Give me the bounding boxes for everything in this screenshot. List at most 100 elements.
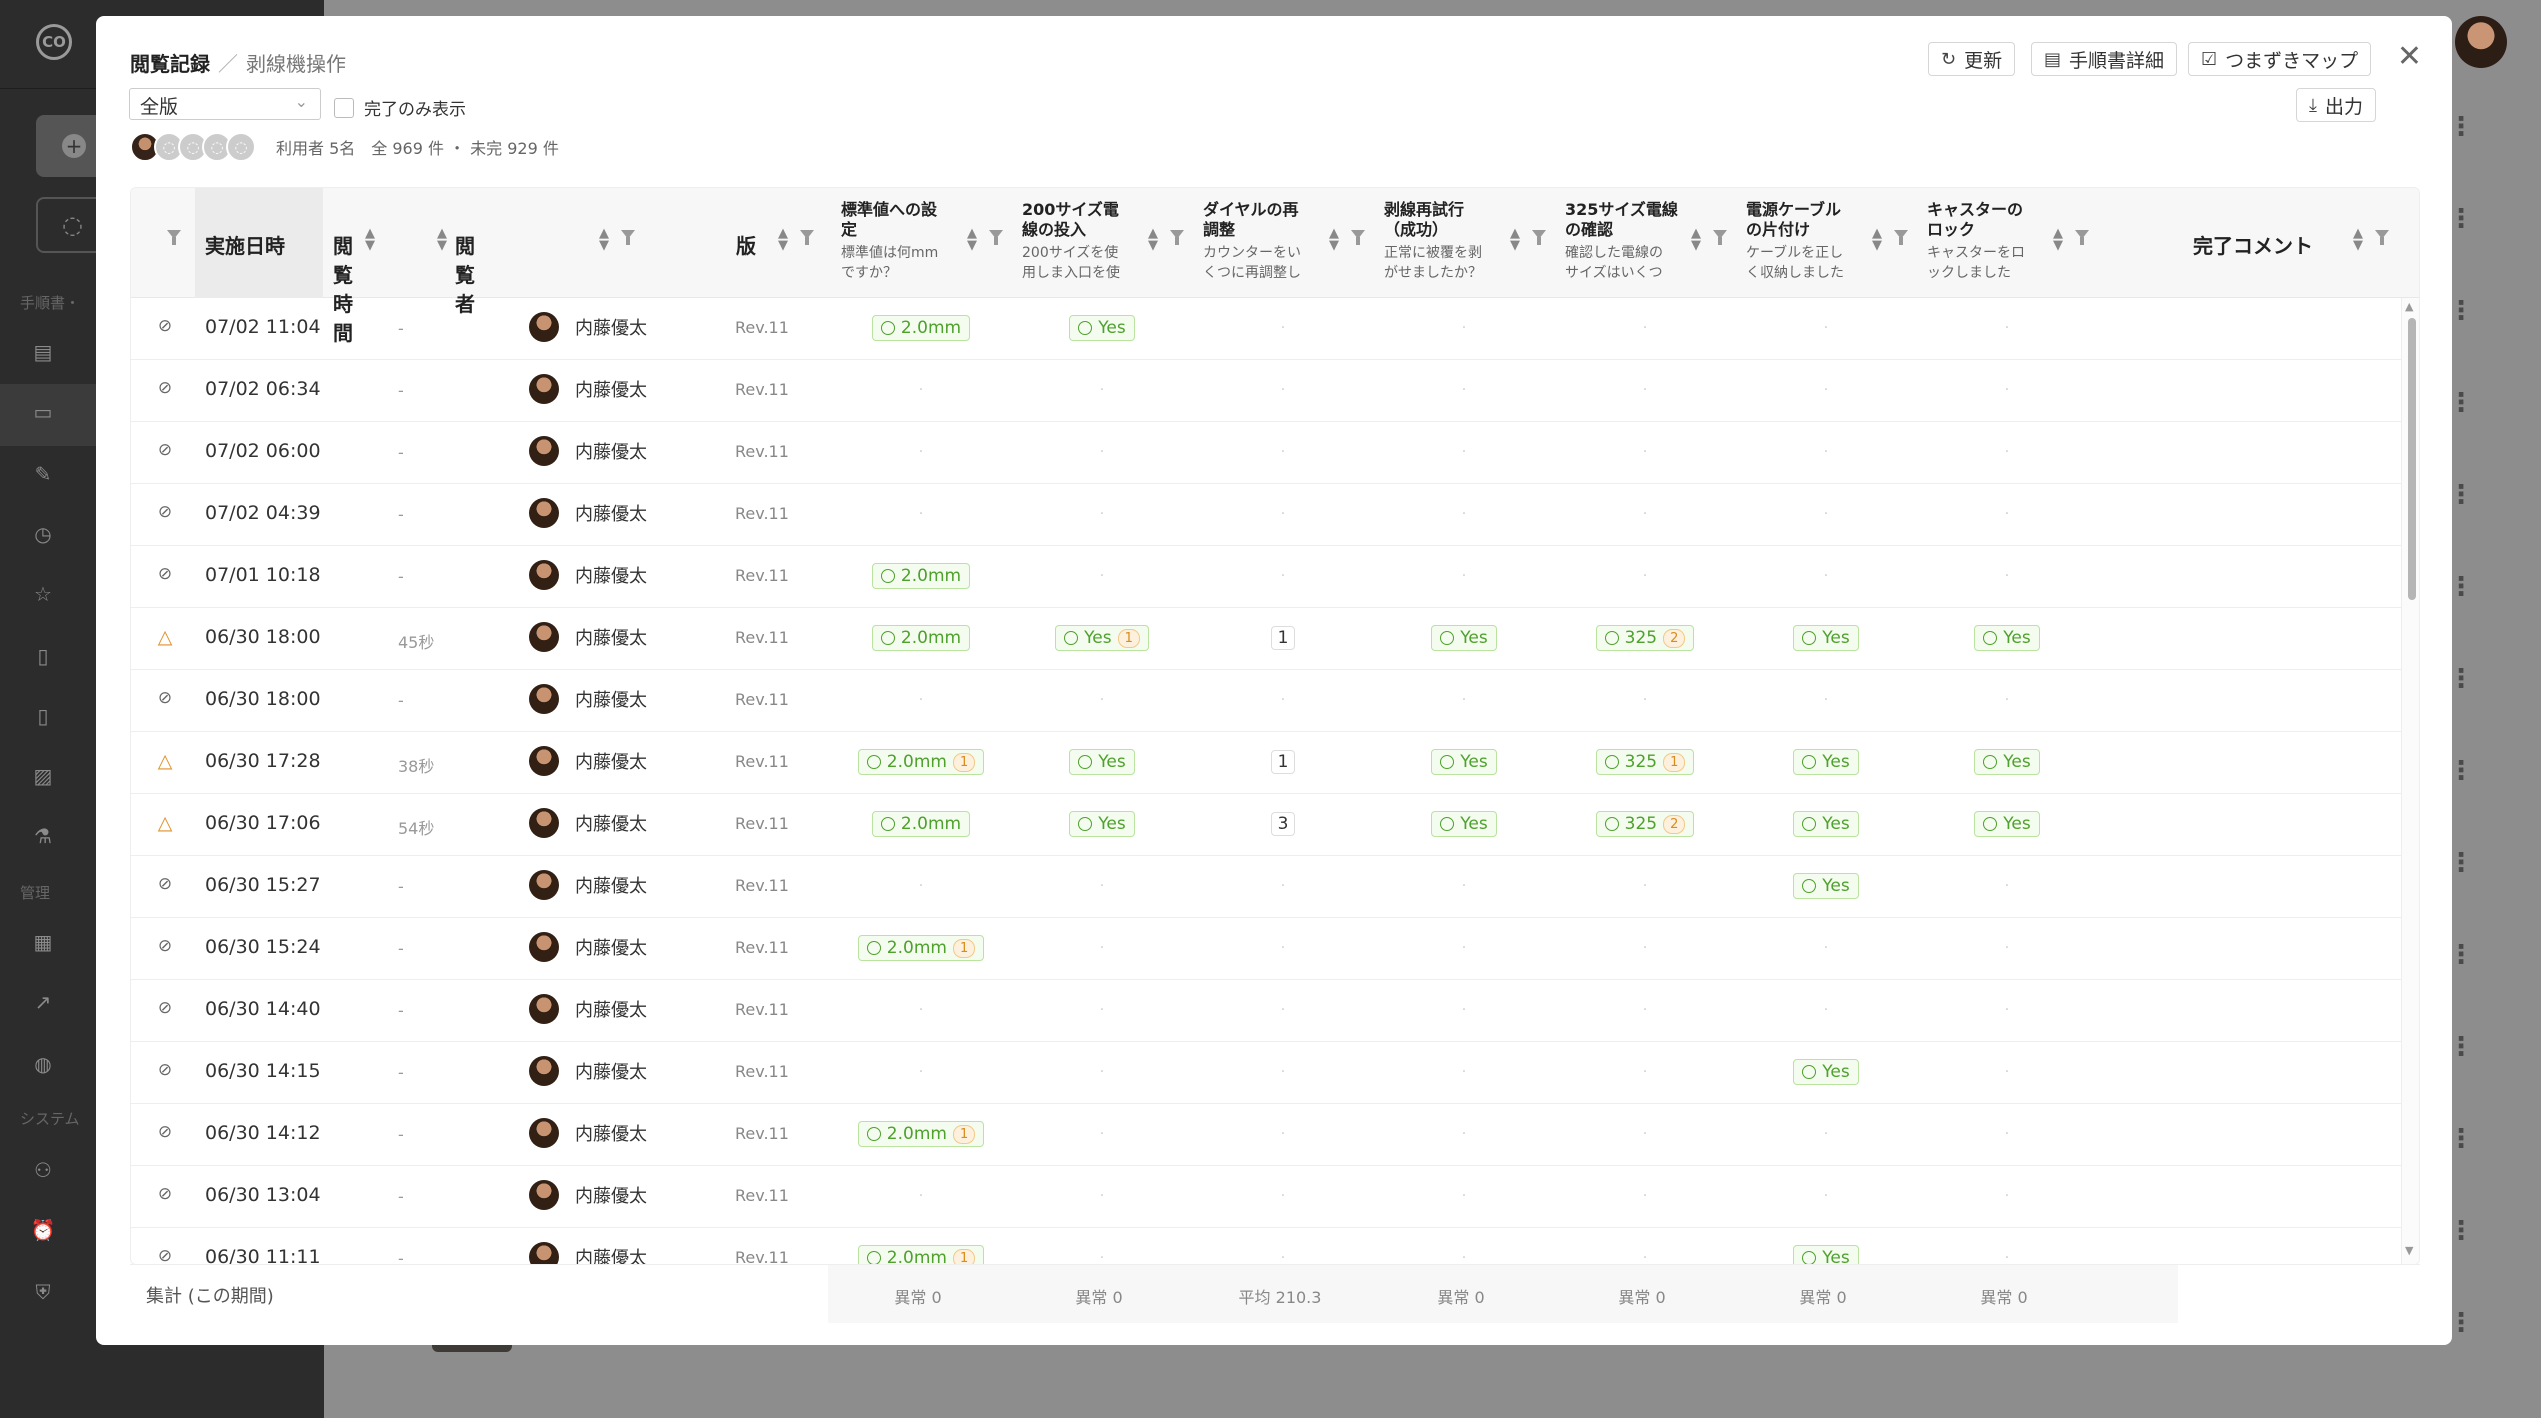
scrollbar-thumb[interactable] bbox=[2408, 318, 2416, 600]
table-row[interactable]: ⊘ 06/30 11:11 - 内藤優太 Rev.11 2.0mm 1 · · · · Yes · bbox=[131, 1228, 2401, 1264]
procedure-detail-button[interactable]: ▤ 手順書詳細 bbox=[2031, 42, 2178, 76]
answer-tag[interactable]: 325 2 bbox=[1595, 625, 1695, 651]
header-date[interactable]: 実施日時 ▲ ▼ bbox=[195, 188, 375, 298]
header-q3[interactable]: ダイヤルの再調整 カウンターをいくつに再調整し ▲ ▼ bbox=[1203, 188, 1383, 298]
answer-tag[interactable]: Yes bbox=[1431, 811, 1497, 837]
table-row[interactable]: △ 06/30 17:28 38秒 内藤優太 Rev.11 2.0mm 1 Yes 1 Yes 32… bbox=[131, 732, 2401, 794]
answer-tag[interactable]: 2.0mm 1 bbox=[857, 1245, 985, 1264]
answer-tag[interactable]: Yes bbox=[1974, 749, 2040, 775]
table-row[interactable]: △ 06/30 17:06 54秒 内藤優太 Rev.11 2.0mm Yes 3 Yes 325… bbox=[131, 794, 2401, 856]
answer-tag[interactable]: 2.0mm 1 bbox=[857, 749, 985, 775]
image-icon[interactable]: ▨ bbox=[28, 764, 58, 788]
table-row[interactable]: ⊘ 06/30 14:12 - 内藤優太 Rev.11 2.0mm 1 · · · · · · bbox=[131, 1104, 2401, 1166]
export-button[interactable]: ⤓ 出力 bbox=[2296, 88, 2376, 122]
header-q7[interactable]: キャスターのロック キャスターをロックしました ▲ ▼ bbox=[1927, 188, 2107, 298]
answer-tag[interactable]: 2.0mm bbox=[871, 563, 971, 589]
sort-icon[interactable]: ▲ ▼ bbox=[2353, 227, 2363, 252]
answer-tag[interactable]: Yes bbox=[1431, 625, 1497, 651]
refresh-button[interactable]: ↻ 更新 bbox=[1928, 42, 2016, 76]
answer-tag[interactable]: 2.0mm bbox=[871, 811, 971, 837]
shield-icon[interactable]: ⛨ bbox=[28, 1280, 58, 1304]
table-row[interactable]: ⊘ 06/30 18:00 - 内藤優太 Rev.11 · · · · · · · bbox=[131, 670, 2401, 732]
table-row[interactable]: ⊘ 07/01 10:18 - 内藤優太 Rev.11 2.0mm · · · · · · bbox=[131, 546, 2401, 608]
answer-tag[interactable]: 2.0mm bbox=[871, 315, 971, 341]
header-q2[interactable]: 200サイズ電線の投入 200サイズを使用しま入口を使用しま ▲▼ bbox=[1022, 188, 1202, 298]
table-row[interactable]: ⊘ 07/02 06:00 - 内藤優太 Rev.11 · · · · · · · bbox=[131, 422, 2401, 484]
file-icon[interactable]: ▯ bbox=[28, 704, 58, 728]
filter-icon[interactable] bbox=[1713, 230, 1727, 245]
answer-tag[interactable]: Yes bbox=[1793, 873, 1859, 899]
answer-tag[interactable]: Yes bbox=[1793, 1059, 1859, 1085]
table-row[interactable]: ⊘ 06/30 14:15 - 内藤優太 Rev.11 · · · · · Yes · bbox=[131, 1042, 2401, 1104]
user-placeholder-icon[interactable]: ◌ bbox=[226, 132, 256, 162]
app-logo[interactable]: CO bbox=[36, 24, 72, 60]
answer-tag[interactable]: Yes bbox=[1069, 811, 1135, 837]
filter-icon[interactable] bbox=[2075, 230, 2089, 245]
answer-tag[interactable]: 325 2 bbox=[1595, 811, 1695, 837]
sort-icon[interactable]: ▲ ▼ bbox=[1510, 227, 1520, 252]
sort-icon[interactable]: ▲ ▼ bbox=[365, 227, 375, 252]
answer-tag[interactable]: Yes bbox=[1069, 749, 1135, 775]
sort-icon[interactable]: ▲ ▼ bbox=[967, 227, 977, 252]
filter-icon[interactable] bbox=[621, 230, 635, 245]
scroll-up-icon[interactable]: ▲ bbox=[2405, 300, 2413, 313]
account-avatar[interactable] bbox=[2455, 16, 2507, 68]
scrollbar[interactable]: ▲ ▼ bbox=[2401, 298, 2419, 1264]
answer-tag[interactable]: 2.0mm 1 bbox=[857, 935, 985, 961]
filter-icon[interactable] bbox=[1170, 230, 1184, 245]
table-row[interactable]: △ 06/30 18:00 45秒 内藤優太 Rev.11 2.0mm Yes 1 1 Yes 32… bbox=[131, 608, 2401, 670]
table-row[interactable]: ⊘ 06/30 15:27 - 内藤優太 Rev.11 · · · · · Yes · bbox=[131, 856, 2401, 918]
sort-icon[interactable]: ▲ ▼ bbox=[2053, 227, 2063, 252]
pen-icon[interactable]: ✎ bbox=[28, 462, 58, 486]
filter-icon[interactable] bbox=[1351, 230, 1365, 245]
bell-icon[interactable]: ◍ bbox=[28, 1052, 58, 1076]
book-icon[interactable]: ▭ bbox=[28, 400, 58, 424]
answer-tag[interactable]: Yes bbox=[1069, 315, 1135, 341]
header-q4[interactable]: 剥線再試行（成功） 正常に被覆を剥がせましたか？ ▲ ▼ bbox=[1384, 188, 1564, 298]
table-row[interactable]: ⊘ 06/30 14:40 - 内藤優太 Rev.11 · · · · · · · bbox=[131, 980, 2401, 1042]
checkbox-box[interactable] bbox=[334, 97, 354, 118]
answer-tag[interactable]: 325 1 bbox=[1595, 749, 1695, 775]
table-row[interactable]: ⊘ 06/30 13:04 - 内藤優太 Rev.11 · · · · · · · bbox=[131, 1166, 2401, 1228]
sort-icon[interactable]: ▲ ▼ bbox=[599, 227, 609, 252]
table-row[interactable]: ⊘ 07/02 04:39 - 内藤優太 Rev.11 · · · · · · · bbox=[131, 484, 2401, 546]
answer-tag[interactable]: Yes bbox=[1793, 625, 1859, 651]
filter-icon[interactable] bbox=[2375, 230, 2389, 245]
sort-icon[interactable]: ▲ ▼ bbox=[778, 227, 788, 252]
flask-icon[interactable]: ⚗ bbox=[28, 824, 58, 848]
sort-icon[interactable]: ▲ ▼ bbox=[1148, 227, 1158, 252]
alarm-icon[interactable]: ⏰ bbox=[28, 1218, 58, 1242]
sort-icon[interactable]: ▲ ▼ bbox=[1329, 227, 1339, 252]
answer-tag[interactable]: Yes bbox=[1793, 749, 1859, 775]
filter-icon[interactable] bbox=[989, 230, 1003, 245]
answer-tag[interactable]: Yes bbox=[1793, 1245, 1859, 1264]
filter-icon[interactable] bbox=[800, 230, 814, 245]
filter-icon[interactable] bbox=[1894, 230, 1908, 245]
header-q5[interactable]: 325サイズ電線の確認 確認した電線のサイズはいくつ ▲ ▼ bbox=[1565, 188, 1745, 298]
answer-tag[interactable]: Yes bbox=[1974, 625, 2040, 651]
answer-tag[interactable]: 2.0mm bbox=[871, 625, 971, 651]
filter-icon[interactable] bbox=[167, 230, 181, 245]
filter-icon[interactable] bbox=[1532, 230, 1546, 245]
sort-icon[interactable]: ▲ ▼ bbox=[1872, 227, 1882, 252]
answer-tag[interactable]: Yes bbox=[1431, 749, 1497, 775]
answer-tag[interactable]: 2.0mm 1 bbox=[857, 1121, 985, 1147]
document-icon[interactable]: ▤ bbox=[28, 340, 58, 364]
sort-icon[interactable]: ▲ ▼ bbox=[437, 227, 447, 252]
version-select[interactable]: 全版 ⌄ bbox=[129, 88, 321, 120]
sort-icon[interactable]: ▲ ▼ bbox=[1691, 227, 1701, 252]
answer-tag[interactable]: Yes bbox=[1793, 811, 1859, 837]
complete-only-checkbox[interactable]: 完了のみ表示 bbox=[334, 95, 466, 120]
table-row[interactable]: ⊘ 06/30 15:24 - 内藤優太 Rev.11 2.0mm 1 · · · · · · bbox=[131, 918, 2401, 980]
chart-icon[interactable]: ↗ bbox=[28, 990, 58, 1014]
header-q1[interactable]: 標準値への設定 標準値は何mmですか？ ▲ ▼ bbox=[841, 188, 1021, 298]
header-q6[interactable]: 電源ケーブルの片付け ケーブルを正しく収納しました ▲ ▼ bbox=[1746, 188, 1926, 298]
scroll-down-icon[interactable]: ▼ bbox=[2405, 1244, 2413, 1257]
board-icon[interactable]: ▦ bbox=[28, 930, 58, 954]
users-icon[interactable]: ⚇ bbox=[28, 1158, 58, 1182]
table-row[interactable]: ⊘ 07/02 06:34 - 内藤優太 Rev.11 · · · · · · · bbox=[131, 360, 2401, 422]
stumble-map-button[interactable]: ☑ つまずきマップ bbox=[2188, 42, 2372, 76]
header-comment[interactable]: 完了コメント ▲ ▼ bbox=[2193, 188, 2413, 298]
trash-icon[interactable]: ▯ bbox=[28, 644, 58, 668]
history-icon[interactable]: ◷ bbox=[28, 522, 58, 546]
